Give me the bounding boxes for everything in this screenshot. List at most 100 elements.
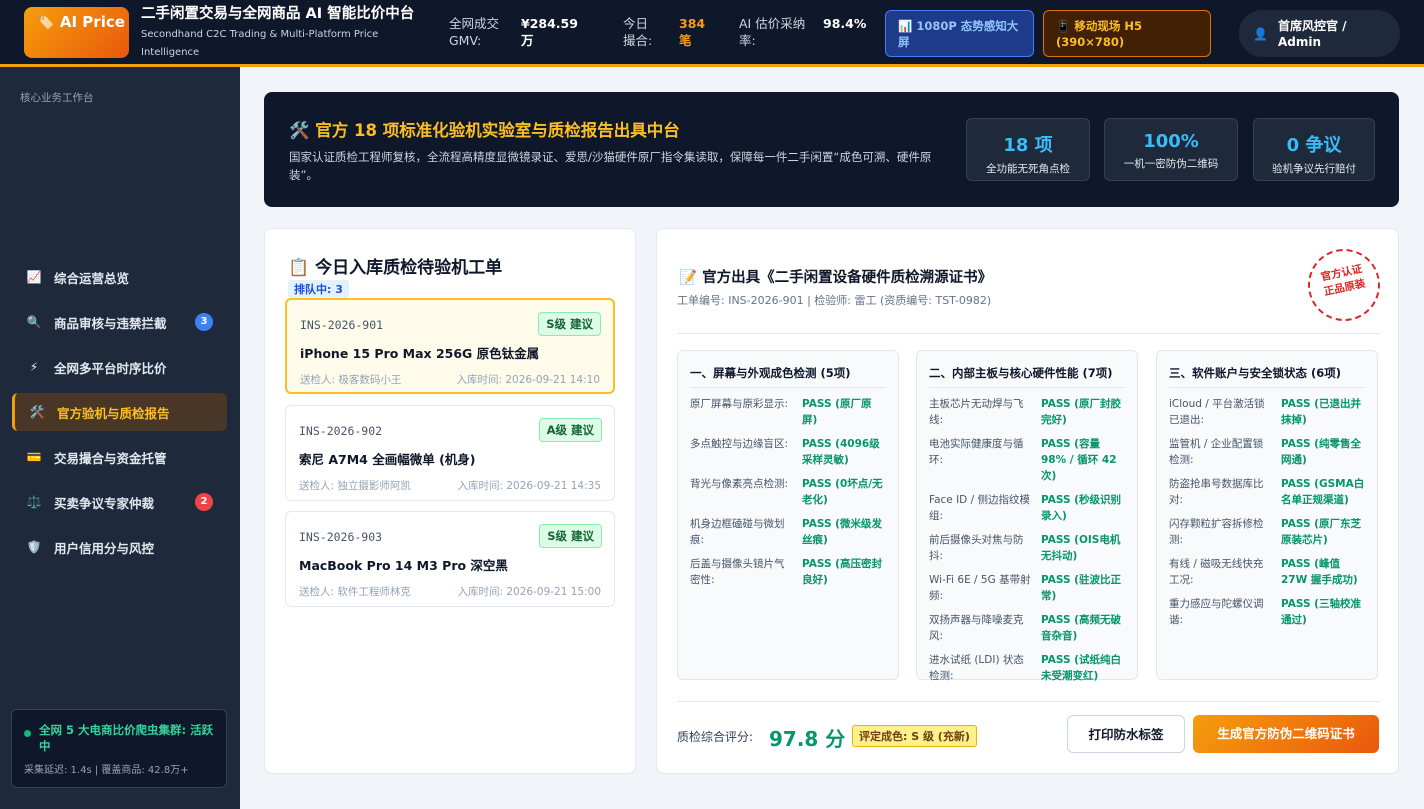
- sender: 送检人: 极客数码小王: [300, 374, 402, 386]
- check-row: iCloud / 平台激活锁已退出: PASS (已退出并抹掉): [1169, 396, 1365, 428]
- kpi-label: 一机一密防伪二维码: [1123, 158, 1219, 170]
- sidebar-item-label: 用户信用分与风控: [54, 540, 155, 556]
- check-result: PASS (4096级采样灵敏): [802, 438, 880, 466]
- app-title: 二手闲置交易与全网商品 AI 智能比价中台: [141, 6, 415, 22]
- stat-label: 全网成交 GMV:: [449, 16, 500, 48]
- stat-value: 98.4%: [823, 16, 867, 31]
- user-icon: 👤: [1253, 26, 1268, 41]
- check-item: Face ID / 侧边指纹模组:: [929, 494, 1030, 522]
- score-value: 97.8 分: [769, 727, 846, 751]
- admin-profile[interactable]: 👤 首席风控官 / Admin: [1239, 10, 1400, 57]
- check-row: Wi-Fi 6E / 5G 基带射频: PASS (驻波比正常): [929, 572, 1125, 604]
- section-title: 三、软件账户与安全锁状态 (6项): [1169, 351, 1365, 388]
- check-item: 双扬声器与降噪麦克风:: [929, 614, 1024, 642]
- crawler-title: 全网 5 大电商比价爬虫集群: 活跃中: [39, 723, 214, 753]
- stat-adoption: AI 估价采纳率: 98.4%: [739, 15, 879, 49]
- check-item: iCloud / 平台激活锁已退出:: [1169, 398, 1265, 426]
- count-badge: 2: [195, 493, 213, 511]
- mobile-h5-button[interactable]: 📱 移动现场 H5 (390×780): [1043, 10, 1211, 57]
- kpi-value: 0 争议: [1286, 135, 1342, 156]
- check-item: 监管机 / 企业配置锁检测:: [1169, 438, 1264, 466]
- check-row: 监管机 / 企业配置锁检测: PASS (纯零售全网通): [1169, 436, 1365, 468]
- kpi-card: 18 项全功能无死角点检: [966, 118, 1090, 181]
- kpi-label: 验机争议先行赔付: [1272, 163, 1356, 175]
- intake-time: 入库时间: 2026-09-21 14:10: [456, 374, 601, 386]
- kpi-card: 0 争议验机争议先行赔付: [1253, 118, 1375, 181]
- count-badge: 3: [195, 313, 213, 331]
- divider: [677, 333, 1380, 334]
- section-title: 二、内部主板与核心硬件性能 (7项): [929, 351, 1125, 388]
- work-order-card[interactable]: INS-2026-901 S级 建议 iPhone 15 Pro Max 256…: [285, 298, 615, 394]
- stat-label: 今日撮合:: [623, 16, 653, 48]
- check-row: 背光与像素亮点检测: PASS (0坏点/无老化): [690, 476, 886, 508]
- intake-time: 入库时间: 2026-09-21 15:00: [457, 586, 602, 598]
- check-result: PASS (高压密封良好): [802, 558, 882, 586]
- check-result: PASS (已退出并抹掉): [1281, 398, 1361, 426]
- check-result: PASS (GSMA白名单正规渠道): [1281, 478, 1365, 506]
- dashboard-button[interactable]: 📊 1080P 态势感知大屏: [885, 10, 1034, 57]
- device-name: iPhone 15 Pro Max 256G 原色钛金属: [300, 346, 540, 361]
- check-result: PASS (0坏点/无老化): [802, 478, 883, 506]
- sender: 送检人: 软件工程师林克: [299, 586, 411, 598]
- check-result: PASS (驻波比正常): [1041, 574, 1121, 602]
- check-row: 主板芯片无动焊与飞线: PASS (原厂封胶完好): [929, 396, 1125, 428]
- check-result: PASS (原厂封胶完好): [1041, 398, 1121, 426]
- banner-description: 国家认证质检工程师复核，全流程高精度显微镜录证、爱思/沙猫硬件原厂指令集读取，保…: [289, 150, 932, 182]
- section-title: 一、屏幕与外观成色检测 (5项): [690, 351, 886, 388]
- work-order-card[interactable]: INS-2026-902 A级 建议 索尼 A7M4 全画幅微单 (机身) 送检…: [285, 405, 615, 501]
- kpi-value: 100%: [1143, 131, 1199, 152]
- grade-result-badge: 评定成色: S 级 (充新): [852, 725, 977, 747]
- check-row: 进水试纸 (LDI) 状态检测: PASS (试纸纯白未受潮变红): [929, 652, 1125, 684]
- queue-badge: 排队中: 3: [288, 280, 349, 298]
- check-row: 闪存颗粒扩容拆修检测: PASS (原厂东芝原装芯片): [1169, 516, 1365, 548]
- search-icon: 🔍: [26, 315, 42, 329]
- inspection-section-screen: 一、屏幕与外观成色检测 (5项) 原厂屏幕与原彩显示: PASS (原厂原屏) 多…: [677, 350, 899, 680]
- app-logo[interactable]: 🏷️ AI Price: [24, 6, 129, 58]
- panel-title: 📋 今日入库质检待验机工单: [288, 258, 503, 278]
- lightning-icon: ⚡: [29, 360, 39, 374]
- generate-certificate-button[interactable]: 生成官方防伪二维码证书: [1193, 715, 1379, 753]
- sidebar-item-review[interactable]: 🔍 商品审核与违禁拦截 3: [12, 303, 227, 341]
- check-item: 后盖与摄像头镜片气密性:: [690, 558, 785, 586]
- check-row: 多点触控与边缘盲区: PASS (4096级采样灵敏): [690, 436, 886, 468]
- check-row: 后盖与摄像头镜片气密性: PASS (高压密封良好): [690, 556, 886, 588]
- check-item: 有线 / 磁吸无线快充工况:: [1169, 558, 1264, 586]
- check-row: 电池实际健康度与循环: PASS (容量 98% / 循环 42次): [929, 436, 1125, 484]
- check-item: 电池实际健康度与循环:: [929, 438, 1024, 466]
- grade-badge: A级 建议: [538, 418, 602, 442]
- stat-matches: 今日撮合: 384 笔: [623, 15, 723, 49]
- sidebar-item-overview[interactable]: 📈 综合运营总览: [12, 258, 227, 296]
- sidebar-item-label: 交易撮合与资金托管: [54, 450, 167, 466]
- sidebar-item-price-compare[interactable]: ⚡ 全网多平台时序比价: [12, 348, 227, 386]
- check-result: PASS (OIS电机无抖动): [1041, 534, 1121, 562]
- stat-gmv: 全网成交 GMV: ¥284.59 万: [449, 15, 599, 49]
- sidebar-item-inspection[interactable]: 🛠️ 官方验机与质检报告: [12, 393, 227, 431]
- kpi-value: 18 项: [1003, 135, 1053, 156]
- inspection-section-hardware: 二、内部主板与核心硬件性能 (7项) 主板芯片无动焊与飞线: PASS (原厂封胶…: [916, 350, 1138, 682]
- check-item: 背光与像素亮点检测:: [690, 478, 789, 490]
- sidebar-section-title: 核心业务工作台: [20, 92, 94, 104]
- check-result: PASS (微米级发丝痕): [802, 518, 882, 546]
- divider: [677, 701, 1380, 702]
- print-label-button[interactable]: 打印防水标签: [1067, 715, 1185, 753]
- check-item: 闪存颗粒扩容拆修检测:: [1169, 518, 1264, 546]
- check-item: 机身边框磕碰与微划痕:: [690, 518, 785, 546]
- work-order-card[interactable]: INS-2026-903 S级 建议 MacBook Pro 14 M3 Pro…: [285, 511, 615, 607]
- sidebar-item-credit[interactable]: 🛡️ 用户信用分与风控: [12, 528, 227, 566]
- sidebar-item-label: 买卖争议专家仲裁: [54, 495, 155, 511]
- score-label: 质检综合评分:: [677, 730, 754, 744]
- check-item: 前后摄像头对焦与防抖:: [929, 534, 1024, 562]
- check-result: PASS (原厂原屏): [802, 398, 872, 426]
- crawler-status-panel: 全网 5 大电商比价爬虫集群: 活跃中 采集延迟: 1.4s | 覆盖商品: 4…: [11, 709, 227, 788]
- status-dot-icon: [24, 730, 31, 737]
- crawler-stats: 采集延迟: 1.4s | 覆盖商品: 42.8万+: [24, 765, 189, 776]
- sidebar-item-escrow[interactable]: 💳 交易撮合与资金托管: [12, 438, 227, 476]
- sidebar-item-arbitration[interactable]: ⚖️ 买卖争议专家仲裁 2: [12, 483, 227, 521]
- device-name: 索尼 A7M4 全画幅微单 (机身): [299, 452, 476, 467]
- kpi-label: 全功能无死角点检: [986, 163, 1070, 175]
- check-row: 机身边框磕碰与微划痕: PASS (微米级发丝痕): [690, 516, 886, 548]
- check-item: Wi-Fi 6E / 5G 基带射频:: [929, 574, 1031, 602]
- check-item: 多点触控与边缘盲区:: [690, 438, 789, 450]
- check-result: PASS (容量 98% / 循环 42次): [1041, 438, 1117, 482]
- check-result: PASS (纯零售全网通): [1281, 438, 1361, 466]
